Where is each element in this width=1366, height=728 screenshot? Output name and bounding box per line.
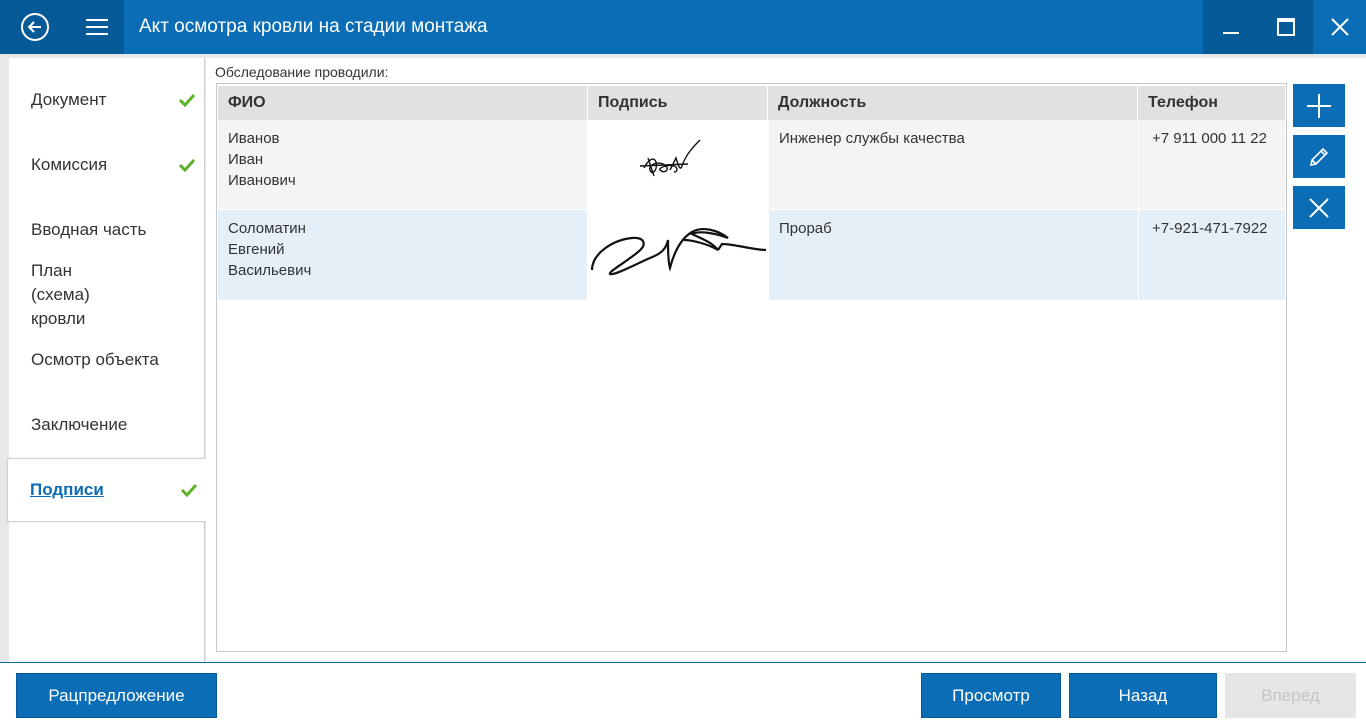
minimize-icon: [1222, 32, 1239, 34]
back-nav-button[interactable]: Назад: [1069, 673, 1217, 718]
preview-button[interactable]: Просмотр: [921, 673, 1061, 718]
add-row-button[interactable]: [1293, 84, 1345, 127]
delete-row-button[interactable]: [1293, 186, 1345, 229]
sidebar: Документ Комиссия Вводная часть План (сх…: [7, 58, 208, 662]
sidebar-item-commission[interactable]: Комиссия: [9, 133, 205, 197]
checkmark-icon: [171, 483, 207, 497]
sidebar-item-inspection[interactable]: Осмотр объекта: [9, 328, 205, 392]
close-icon: [1309, 197, 1329, 218]
column-header-signature[interactable]: Подпись: [588, 86, 767, 120]
sidebar-item-label: Вводная часть: [31, 220, 147, 239]
table-caption: Обследование проводили:: [215, 64, 389, 80]
sidebar-item-intro[interactable]: Вводная часть: [9, 198, 205, 262]
edit-row-button[interactable]: [1293, 135, 1345, 178]
checkmark-icon: [169, 93, 205, 107]
title-bar: Акт осмотра кровли на стадии монтажа: [0, 0, 1366, 54]
first-name: Иван: [228, 151, 264, 168]
table-row[interactable]: Иванов Иван Иванович Инженер службы каче…: [218, 120, 1285, 209]
sidebar-item-label: Комиссия: [31, 155, 108, 174]
forward-nav-button[interactable]: Вперед: [1225, 673, 1356, 718]
patronymic: Васильевич: [228, 262, 312, 279]
plus-icon: [1307, 93, 1331, 118]
sidebar-item-label: Подписи: [30, 480, 104, 499]
minimize-button[interactable]: [1203, 0, 1258, 54]
sidebar-item-signatures[interactable]: Подписи: [7, 458, 208, 522]
table-row[interactable]: Соломатин Евгений Васильевич Прораб +7-9…: [218, 210, 1285, 300]
maximize-button[interactable]: [1258, 0, 1313, 54]
hamburger-icon: [85, 19, 108, 35]
sidebar-item-document[interactable]: Документ: [9, 68, 205, 132]
back-button[interactable]: [0, 0, 69, 54]
pencil-icon: [1309, 147, 1329, 166]
sidebar-item-conclusion[interactable]: Заключение: [9, 393, 205, 457]
column-header-position[interactable]: Должность: [768, 86, 1137, 120]
phone-cell: +7-921-471-7922: [1152, 220, 1268, 237]
first-name: Евгений: [228, 241, 285, 258]
close-icon: [1330, 18, 1349, 36]
fio-cell: Иванов Иван Иванович: [218, 120, 587, 199]
signature-image: [588, 120, 768, 209]
sidebar-item-label: Заключение: [31, 415, 128, 434]
sidebar-item-label: Осмотр объекта: [31, 350, 159, 369]
sidebar-item-label: План (схема) кровли: [31, 261, 90, 328]
phone-cell: +7 911 000 11 22: [1152, 130, 1267, 147]
patronymic: Иванович: [228, 172, 296, 189]
sidebar-item-label: Документ: [31, 90, 107, 109]
close-window-button[interactable]: [1313, 0, 1366, 54]
sidebar-item-roof-plan[interactable]: План (схема) кровли: [9, 261, 205, 328]
signatures-table: ФИО Подпись Должность Телефон Иванов Ива…: [216, 83, 1287, 652]
position-cell: Инженер службы качества: [779, 130, 965, 147]
position-cell: Прораб: [779, 220, 832, 237]
column-header-phone[interactable]: Телефон: [1138, 86, 1285, 120]
window-title: Акт осмотра кровли на стадии монтажа: [139, 16, 488, 37]
back-arrow-icon: [20, 13, 49, 41]
fio-cell: Соломатин Евгений Васильевич: [218, 210, 587, 289]
column-header-fio[interactable]: ФИО: [218, 86, 587, 120]
maximize-icon: [1276, 18, 1295, 36]
signature-image: [588, 210, 768, 300]
last-name: Иванов: [228, 130, 280, 147]
menu-button[interactable]: [69, 0, 124, 54]
proposal-button[interactable]: Рацпредложение: [16, 673, 217, 718]
checkmark-icon: [169, 158, 205, 172]
last-name: Соломатин: [228, 220, 306, 237]
